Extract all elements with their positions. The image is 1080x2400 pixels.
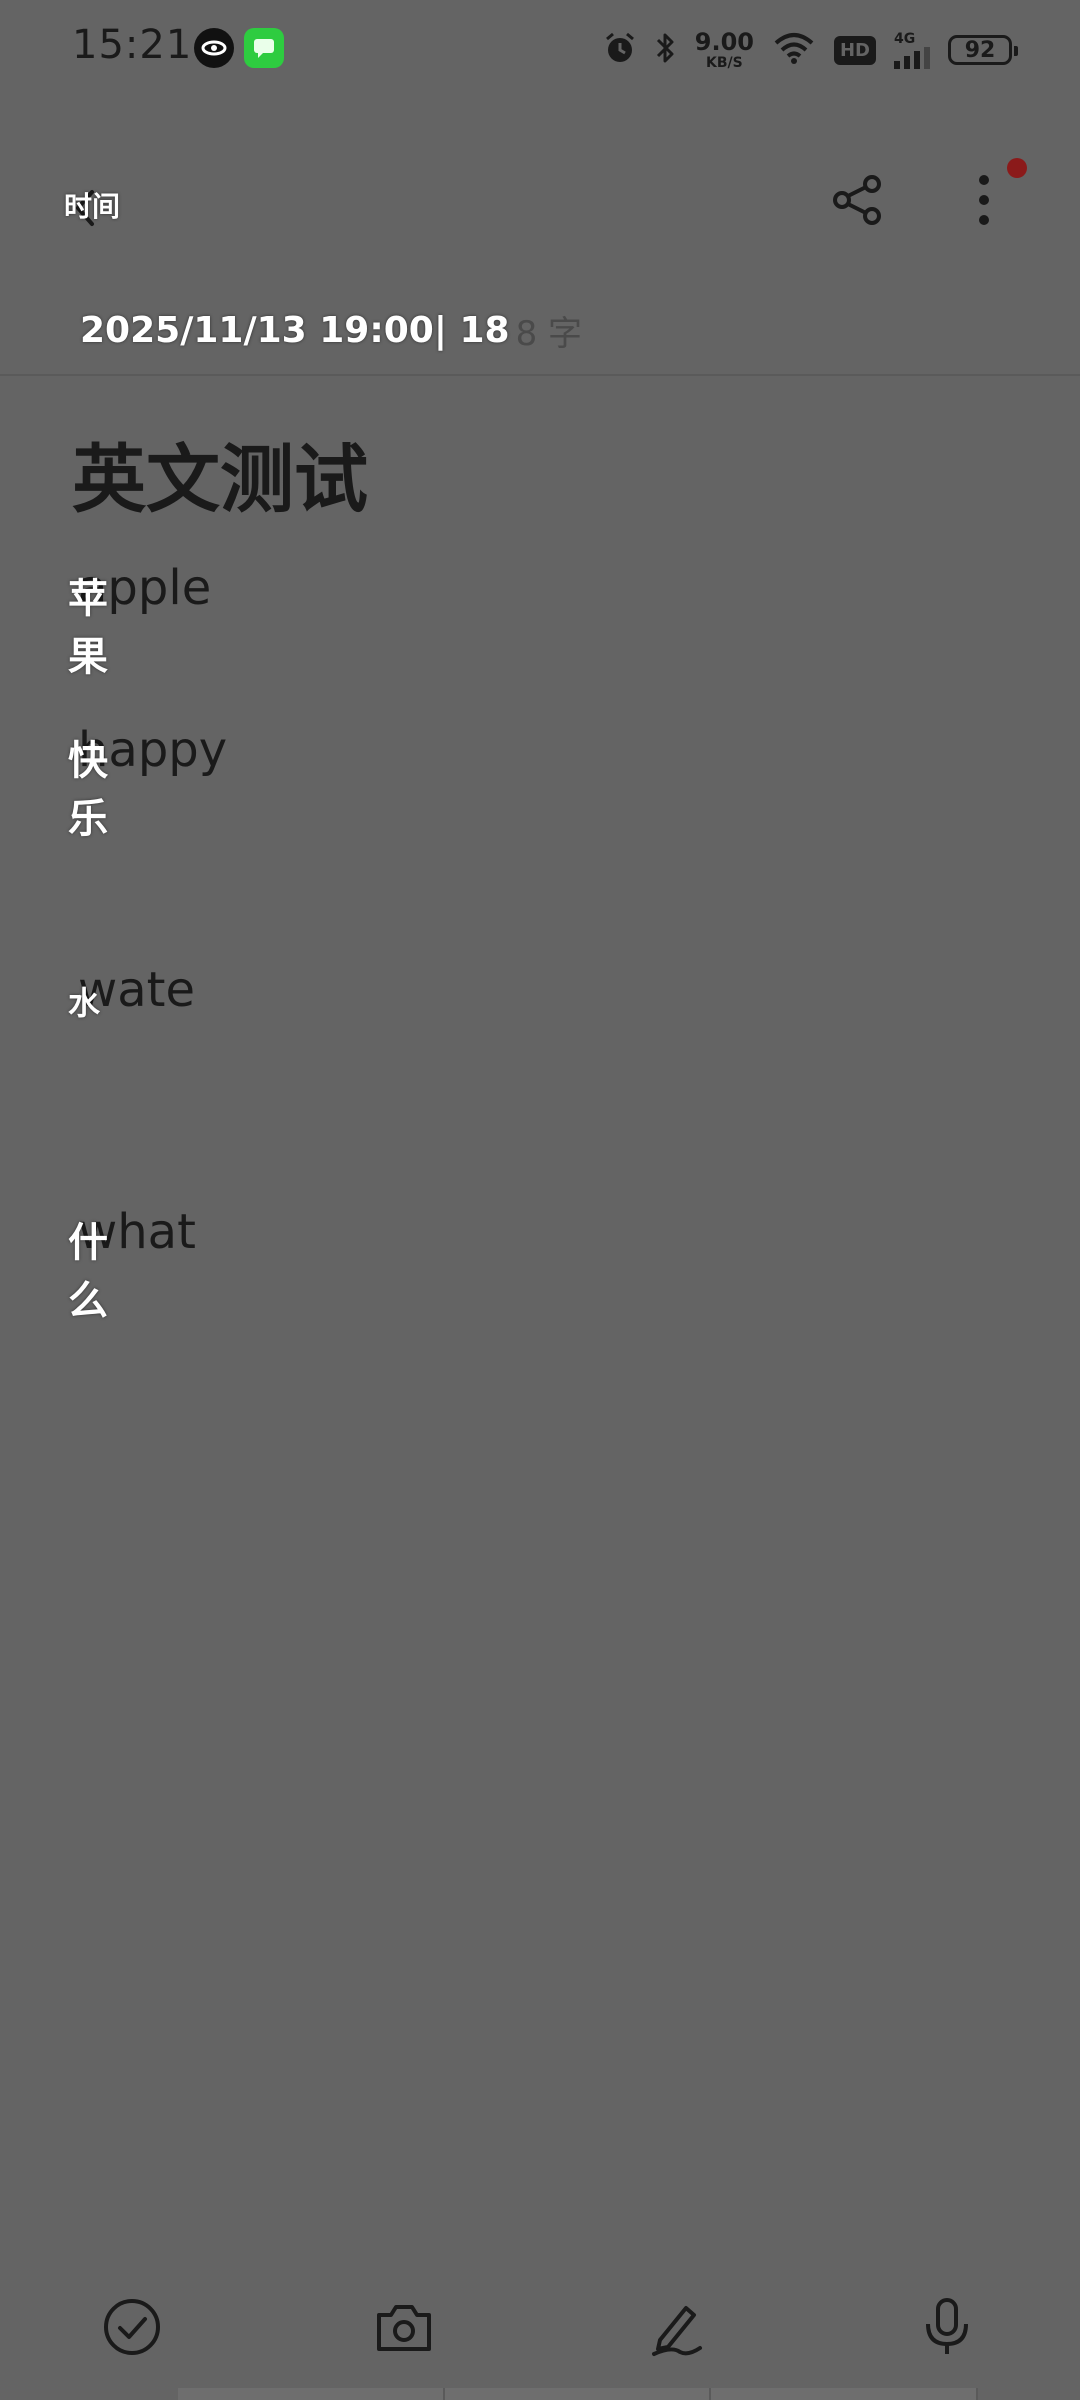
- mic-icon: [926, 2298, 968, 2354]
- word-translation-overlay: 苹果: [68, 576, 108, 680]
- voice-input-button[interactable]: [912, 2292, 982, 2362]
- hd-badge: HD: [833, 35, 876, 65]
- cellular-signal: 4G: [894, 31, 930, 69]
- divider: [0, 374, 1080, 376]
- back-button[interactable]: 时间: [64, 180, 120, 230]
- bluetooth-icon: [655, 31, 677, 69]
- more-vertical-icon: [979, 175, 989, 225]
- camera-icon: [377, 2305, 431, 2351]
- word-translation-overlay: 快乐: [68, 738, 108, 842]
- handwriting-button[interactable]: [642, 2292, 712, 2362]
- char-count: 8 字: [515, 313, 583, 354]
- messages-app-icon: [244, 28, 284, 68]
- battery-level: 92: [964, 37, 996, 63]
- cell-generation: 4G: [894, 31, 916, 47]
- screen: 15:21 9.00 KB/S HD 4G 92 时间 2025/11/13 1…: [0, 0, 1080, 2400]
- app-notification-icon: [194, 28, 234, 68]
- wifi-icon: [772, 31, 816, 69]
- pen-icon: [652, 2306, 702, 2356]
- more-options-button[interactable]: [960, 170, 1008, 230]
- signal-bars-icon: [894, 47, 930, 69]
- checklist-button[interactable]: [97, 2292, 167, 2362]
- time-label: 时间: [64, 190, 121, 223]
- note-meta: 2025/11/13 19:00| 18 8 字: [80, 300, 582, 360]
- alarm-icon: [603, 31, 637, 69]
- bottom-tab-strip: [178, 2388, 979, 2400]
- status-time: 15:21: [72, 22, 193, 68]
- status-bar: 15:21 9.00 KB/S HD 4G 92: [0, 0, 1080, 100]
- network-speed-value: 9.00: [694, 28, 754, 56]
- note-date-overlay: 2025/11/13 19:00| 18: [80, 309, 510, 351]
- camera-button[interactable]: [369, 2292, 439, 2362]
- note-title[interactable]: 英文测试: [72, 420, 368, 527]
- note-toolbar: 时间: [0, 150, 1080, 250]
- status-icons: 9.00 KB/S HD 4G 92: [603, 24, 1018, 76]
- bottom-toolbar: [0, 2280, 1080, 2380]
- network-speed-unit: KB/S: [706, 55, 743, 71]
- share-icon: [833, 175, 881, 225]
- word-translation-overlay: 水: [68, 984, 101, 1022]
- battery-icon: 92: [948, 35, 1018, 65]
- check-circle-icon: [104, 2299, 160, 2355]
- notification-dot: [1007, 158, 1027, 178]
- share-button[interactable]: [830, 172, 886, 228]
- network-speed: 9.00 KB/S: [695, 30, 754, 70]
- word-translation-overlay: 什么: [68, 1220, 108, 1324]
